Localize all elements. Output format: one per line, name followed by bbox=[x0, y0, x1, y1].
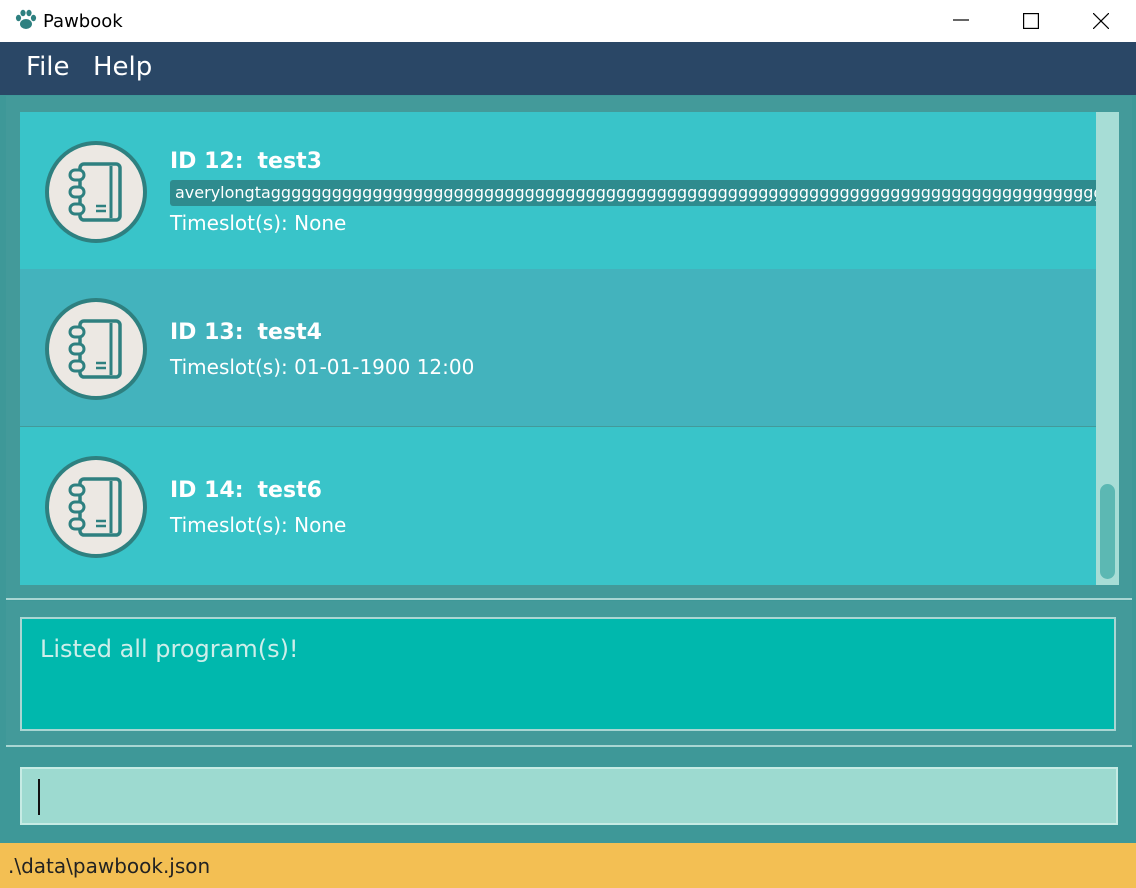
result-message: Listed all program(s)! bbox=[40, 635, 299, 663]
status-bar: .\data\pawbook.json bbox=[0, 843, 1136, 888]
maximize-button[interactable] bbox=[996, 0, 1066, 42]
program-timeslot: Timeslot(s): None bbox=[170, 513, 347, 537]
program-list-panel: ID 12: test3 averylongtaggggggggggggggggg… bbox=[6, 96, 1132, 600]
program-id: ID 12: bbox=[170, 149, 244, 174]
program-id: ID 13: bbox=[170, 320, 244, 345]
notebook-icon bbox=[45, 141, 147, 243]
menu-file[interactable]: File bbox=[26, 52, 70, 82]
program-tag: averylongtaggggggggggggggggggggggggggggg… bbox=[170, 180, 1096, 206]
program-timeslot: Timeslot(s): None bbox=[170, 211, 347, 235]
program-card[interactable]: ID 12: test3 averylongtaggggggggggggggggg… bbox=[20, 112, 1096, 269]
program-list[interactable]: ID 12: test3 averylongtaggggggggggggggggg… bbox=[20, 112, 1096, 585]
scrollbar-thumb[interactable] bbox=[1100, 484, 1115, 579]
status-file-path: .\data\pawbook.json bbox=[8, 854, 211, 878]
minimize-icon bbox=[953, 19, 969, 21]
notebook-icon bbox=[45, 456, 147, 558]
command-input[interactable] bbox=[20, 767, 1118, 825]
close-icon bbox=[1093, 13, 1109, 29]
paw-icon bbox=[15, 9, 37, 29]
result-display[interactable]: Listed all program(s)! bbox=[20, 617, 1116, 731]
program-title: ID 12: test3 bbox=[170, 149, 322, 174]
title-bar: Pawbook bbox=[0, 0, 1136, 42]
minimize-button[interactable] bbox=[926, 0, 996, 42]
menu-bar: File Help bbox=[0, 42, 1136, 95]
program-timeslot: Timeslot(s): 01-01-1900 12:00 bbox=[170, 355, 475, 379]
maximize-icon bbox=[1023, 13, 1039, 29]
program-id: ID 14: bbox=[170, 478, 244, 503]
list-scrollbar[interactable] bbox=[1096, 112, 1119, 585]
program-card[interactable]: ID 14: test6 Timeslot(s): None bbox=[20, 427, 1096, 585]
program-name: test3 bbox=[257, 149, 322, 174]
text-caret bbox=[38, 779, 40, 815]
result-panel: Listed all program(s)! bbox=[6, 601, 1132, 747]
close-button[interactable] bbox=[1066, 0, 1136, 42]
command-panel bbox=[6, 750, 1132, 841]
window-title: Pawbook bbox=[43, 11, 123, 32]
menu-help[interactable]: Help bbox=[93, 52, 152, 82]
program-card[interactable]: ID 13: test4 Timeslot(s): 01-01-1900 12:0… bbox=[20, 269, 1096, 426]
program-name: test6 bbox=[257, 478, 322, 503]
program-title: ID 13: test4 bbox=[170, 320, 322, 345]
program-name: test4 bbox=[257, 320, 322, 345]
program-title: ID 14: test6 bbox=[170, 478, 322, 503]
main-frame: ID 12: test3 averylongtaggggggggggggggggg… bbox=[0, 95, 1136, 843]
notebook-icon bbox=[45, 298, 147, 400]
